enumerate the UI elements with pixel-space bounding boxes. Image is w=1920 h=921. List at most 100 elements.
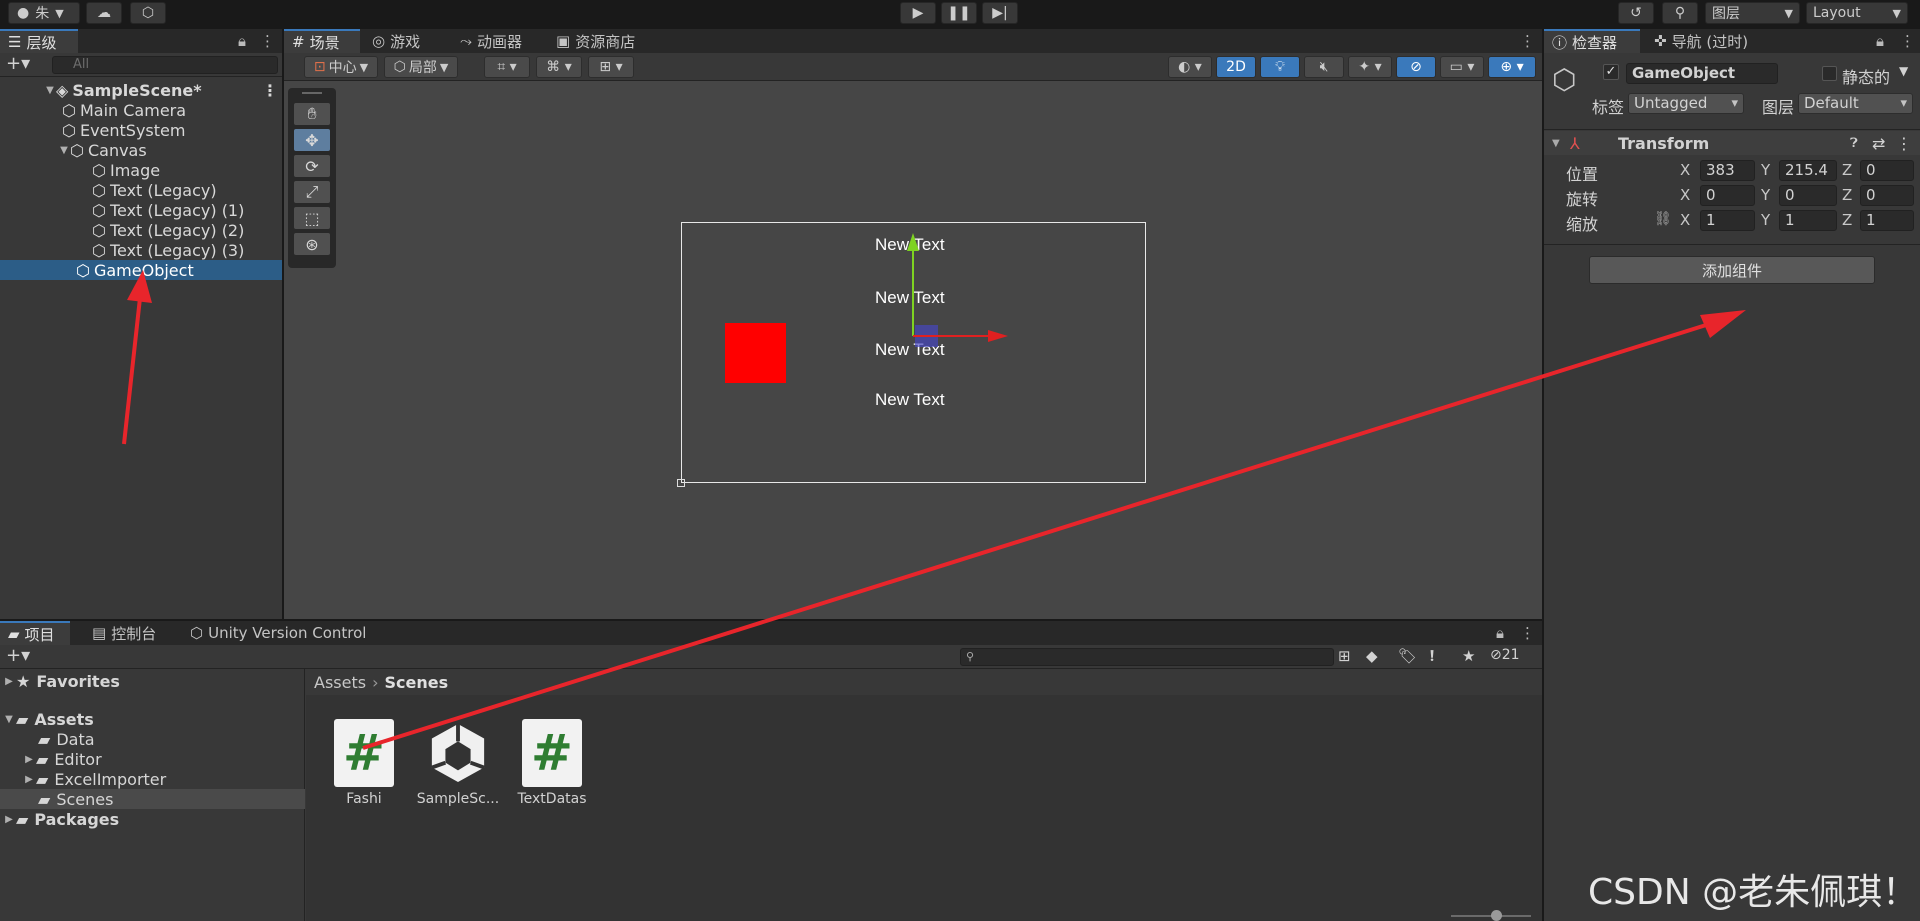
- preset-icon[interactable]: ⇄: [1872, 134, 1885, 153]
- tab-navigation[interactable]: ✜ 导航 (过时): [1646, 29, 1756, 53]
- asset-textdatas[interactable]: # TextDatas: [504, 719, 600, 829]
- collab-button[interactable]: ⬡: [130, 2, 166, 24]
- tab-project[interactable]: ▰ 项目: [0, 621, 70, 645]
- project-search-input[interactable]: ⚲: [960, 648, 1334, 666]
- tree-item-packages[interactable]: ▶ ▰ Packages: [0, 809, 305, 829]
- effects-dropdown[interactable]: ✦ ▾: [1348, 56, 1392, 78]
- asset-fashi[interactable]: # Fashi: [316, 719, 412, 829]
- expand-arrow-icon[interactable]: ▼: [1552, 138, 1560, 149]
- tab-animator[interactable]: ⤳ 动画器: [452, 29, 530, 53]
- active-checkbox[interactable]: ✓: [1603, 64, 1619, 80]
- hand-tool-button[interactable]: ✋︎: [294, 103, 330, 125]
- camera-dropdown[interactable]: ▭ ▾: [1440, 56, 1484, 78]
- hierarchy-search-input[interactable]: All: [52, 56, 278, 74]
- tree-item-text-legacy-3[interactable]: ⬡ Text (Legacy) (3): [0, 240, 282, 260]
- gizmo-x-arrowhead[interactable]: [988, 330, 1008, 342]
- layer-dropdown[interactable]: Default: [1798, 93, 1913, 114]
- position-x-field[interactable]: 383: [1700, 160, 1755, 181]
- lock-icon[interactable]: 🔒︎: [1876, 32, 1884, 50]
- tree-item-data[interactable]: ▰ Data: [0, 729, 305, 749]
- tree-item-scenes[interactable]: ▰ Scenes: [0, 789, 305, 809]
- play-button[interactable]: ▶: [900, 2, 936, 24]
- tree-item-scene[interactable]: ▼ ◈ SampleScene* ⋮: [0, 80, 282, 100]
- undo-history-button[interactable]: ↺: [1618, 2, 1654, 24]
- tree-item-eventsystem[interactable]: ⬡ EventSystem: [0, 120, 282, 140]
- ruler-dropdown[interactable]: ⊞ ▾: [588, 56, 634, 78]
- more-menu-icon[interactable]: ⋮: [1520, 32, 1535, 50]
- scale-x-field[interactable]: 1: [1700, 210, 1755, 231]
- scale-z-field[interactable]: 1: [1860, 210, 1914, 231]
- more-menu-icon[interactable]: ⋮: [1900, 32, 1915, 50]
- breadcrumb-item[interactable]: Assets: [314, 673, 366, 692]
- tab-console[interactable]: ▤ 控制台: [84, 621, 164, 645]
- rect-tool-button[interactable]: ⬚: [294, 207, 330, 229]
- lighting-toggle[interactable]: 💡︎: [1260, 56, 1300, 78]
- tab-unity-version-control[interactable]: ⬡ Unity Version Control: [182, 621, 374, 645]
- expand-arrow-icon[interactable]: ▶: [2, 814, 16, 825]
- tree-item-main-camera[interactable]: ⬡ Main Camera: [0, 100, 282, 120]
- tag-dropdown[interactable]: Untagged: [1628, 93, 1744, 114]
- rotation-x-field[interactable]: 0: [1700, 185, 1755, 206]
- tree-item-text-legacy[interactable]: ⬡ Text (Legacy): [0, 180, 282, 200]
- filter-by-label-icon[interactable]: 🏷︎: [1398, 647, 1417, 665]
- rotation-y-field[interactable]: 0: [1779, 185, 1837, 206]
- space-dropdown[interactable]: ⬡ 局部 ▼: [384, 56, 458, 78]
- icon-size-slider-handle[interactable]: [1491, 910, 1502, 921]
- gizmo-y-arrowhead[interactable]: [907, 233, 919, 251]
- add-icon[interactable]: +▾: [6, 53, 30, 74]
- warning-icon[interactable]: ❗︎: [1430, 647, 1434, 665]
- image-red-square[interactable]: [725, 323, 786, 383]
- tree-item-canvas[interactable]: ▼ ⬡ Canvas: [0, 140, 282, 160]
- rotation-z-field[interactable]: 0: [1860, 185, 1914, 206]
- expand-arrow-icon[interactable]: ▼: [44, 85, 56, 96]
- expand-arrow-icon[interactable]: ▶: [22, 774, 36, 785]
- tree-item-excelimporter[interactable]: ▶ ▰ ExcelImporter: [0, 769, 305, 789]
- favorite-star-icon[interactable]: ★: [1462, 647, 1475, 665]
- tab-game[interactable]: ◎ 游戏: [364, 29, 428, 53]
- chevron-down-icon[interactable]: ▼: [1899, 64, 1908, 78]
- lock-icon[interactable]: 🔒︎: [1496, 624, 1504, 642]
- expand-arrow-icon[interactable]: ▶: [22, 754, 36, 765]
- scale-y-field[interactable]: 1: [1779, 210, 1837, 231]
- asset-samplescene[interactable]: SampleSc...: [410, 719, 506, 829]
- object-name-field[interactable]: GameObject: [1626, 63, 1778, 84]
- tree-item-image[interactable]: ⬡ Image: [0, 160, 282, 180]
- increment-snap-dropdown[interactable]: ⌘ ▾: [536, 56, 582, 78]
- more-menu-icon[interactable]: ⋮: [1520, 624, 1535, 642]
- tree-item-editor[interactable]: ▶ ▰ Editor: [0, 749, 305, 769]
- position-y-field[interactable]: 215.4: [1779, 160, 1837, 181]
- tree-item-text-legacy-2[interactable]: ⬡ Text (Legacy) (2): [0, 220, 282, 240]
- tree-item-favorites[interactable]: ▶ ★ Favorites: [0, 671, 305, 691]
- tab-inspector[interactable]: ⓘ 检查器: [1544, 29, 1640, 53]
- more-menu-icon[interactable]: ⋮: [260, 32, 275, 50]
- lock-icon[interactable]: 🔒︎: [238, 32, 246, 50]
- scale-tool-button[interactable]: ⤢: [294, 181, 330, 203]
- 2d-toggle[interactable]: 2D: [1216, 56, 1256, 78]
- add-component-button[interactable]: 添加组件: [1589, 256, 1875, 284]
- breadcrumb-item[interactable]: Scenes: [384, 673, 448, 692]
- tab-asset-store[interactable]: ▣ 资源商店: [548, 29, 643, 53]
- cloud-button[interactable]: ☁: [86, 2, 122, 24]
- tree-item-text-legacy-1[interactable]: ⬡ Text (Legacy) (1): [0, 200, 282, 220]
- tree-item-assets[interactable]: ▼ ▰ Assets: [0, 709, 305, 729]
- account-dropdown[interactable]: ● 朱 ▼: [8, 2, 80, 24]
- transform-header[interactable]: ▼ ⅄ Transform ❓︎ ⇄ ⋮: [1544, 131, 1920, 155]
- static-checkbox[interactable]: [1822, 66, 1837, 81]
- shading-mode-dropdown[interactable]: ◐ ▾: [1168, 56, 1212, 78]
- move-tool-button[interactable]: ✥: [294, 129, 330, 151]
- expand-arrow-icon[interactable]: ▼: [58, 145, 70, 156]
- rotate-tool-button[interactable]: ⟳: [294, 155, 330, 177]
- drag-handle[interactable]: [302, 92, 322, 94]
- position-z-field[interactable]: 0: [1860, 160, 1914, 181]
- visibility-toggle[interactable]: ⊘: [1396, 56, 1436, 78]
- transform-tool-button[interactable]: ⊛: [294, 233, 330, 255]
- tab-hierarchy[interactable]: ☰ 层级: [0, 29, 78, 53]
- layers-dropdown[interactable]: 图层 ▼: [1705, 2, 1800, 24]
- canvas-anchor-handle[interactable]: [677, 479, 685, 487]
- pause-button[interactable]: ❚❚: [941, 2, 977, 24]
- link-icon[interactable]: ⛓: [1654, 211, 1672, 227]
- search-by-type-icon[interactable]: ⊞: [1338, 647, 1351, 665]
- gizmos-dropdown[interactable]: ⊕ ▾: [1488, 56, 1536, 78]
- pivot-dropdown[interactable]: ⊡ 中心 ▼: [304, 56, 378, 78]
- grid-snap-dropdown[interactable]: ⌗ ▾: [484, 56, 530, 78]
